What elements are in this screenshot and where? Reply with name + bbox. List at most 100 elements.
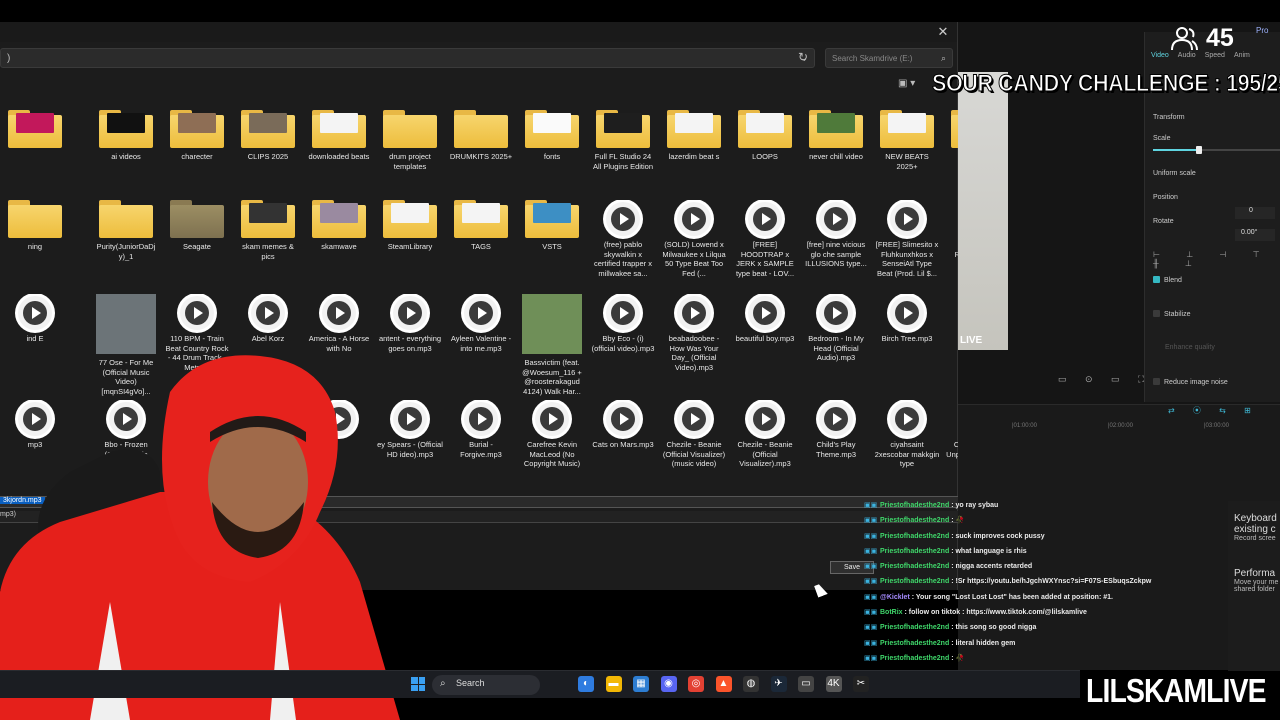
audio-file[interactable]: (SOLD) Lowend x Milwaukee x Lilqua 50 Ty… <box>661 200 727 278</box>
chat-username[interactable]: Priestofhadesthe2nd <box>880 533 949 540</box>
4k-icon[interactable]: 4K <box>825 676 842 692</box>
chat-text: suck improves cock pussy <box>955 532 1045 540</box>
chat-username[interactable]: Priestofhadesthe2nd <box>880 563 949 570</box>
blend-checkbox[interactable] <box>1153 276 1160 283</box>
audio-file[interactable]: Child's Play Theme.mp3 <box>803 400 869 459</box>
folder-item[interactable]: NEW BEATS 2025+ <box>874 110 940 171</box>
obs-icon[interactable]: ◍ <box>743 676 759 692</box>
audio-file[interactable]: (free) pablo skywalkin x certified trapp… <box>590 200 656 278</box>
windows-start-icon[interactable] <box>411 677 425 691</box>
folder-item[interactable]: downloaded beats <box>306 110 372 162</box>
audio-file[interactable]: Bby Eco - (i) (official video).mp3 <box>590 294 656 353</box>
audio-file[interactable]: ind E <box>2 294 68 344</box>
audio-file[interactable]: antent - everything goes on.mp3 <box>377 294 443 353</box>
align-toolbar[interactable]: ⊢ ⊥ ⊣ ⊤ ╫ ⊥ <box>1153 250 1280 268</box>
timeline-toolbar[interactable]: ⇄ ⦿ ⇆ ⊞ <box>1168 405 1259 416</box>
chat-username[interactable]: @Kicklet <box>880 594 910 601</box>
audio-file[interactable]: [free] nine vicious glo che sample ILLUS… <box>803 200 869 269</box>
media-icon[interactable]: ▭ <box>798 676 814 692</box>
audio-file-icon <box>677 202 711 236</box>
files-icon[interactable]: ▬ <box>605 676 622 692</box>
folder-item[interactable]: Full FL Studio 24 All Plugins Edition <box>590 110 656 171</box>
tab-video[interactable]: Video <box>1151 52 1169 59</box>
capcut-icon[interactable]: ✂ <box>853 676 869 692</box>
brave-icon[interactable]: ▲ <box>715 676 732 692</box>
folder-item[interactable]: charecter <box>164 110 230 162</box>
discord-icon[interactable]: ◉ <box>660 676 677 692</box>
audio-file[interactable]: Chezile - Beanie (Official Visualizer).m… <box>732 400 798 469</box>
folder-icon <box>170 200 224 238</box>
search-icon: ⌕ <box>440 678 446 689</box>
preview-toolbar[interactable]: ▭ ⊙ ▭ ⛶ <box>1058 374 1152 385</box>
search-input[interactable]: Search Skamdrive (E:) ⌕ <box>825 48 953 68</box>
rotate-input[interactable]: 0.00° <box>1235 229 1275 241</box>
audio-file[interactable]: Chezile - Beanie (Official Visualizer) (… <box>661 400 727 469</box>
stabilize-row[interactable]: Stabilize <box>1153 310 1190 318</box>
chat-username[interactable]: Priestofhadesthe2nd <box>880 517 949 524</box>
chat-username[interactable]: Priestofhadesthe2nd <box>880 548 949 555</box>
scale-slider-knob[interactable] <box>1196 146 1203 154</box>
close-icon[interactable]: ✕ <box>935 24 951 40</box>
stabilize-checkbox[interactable] <box>1153 310 1160 317</box>
folder-item[interactable]: fonts <box>519 110 585 162</box>
audio-file[interactable]: Abel Korz <box>235 294 301 344</box>
scale-slider[interactable] <box>1153 146 1280 154</box>
taskbar-search[interactable]: ⌕ Search <box>432 675 540 695</box>
file-label: [FREE] HOODTRAP x JERK x SAMPLE type bea… <box>735 240 795 278</box>
audio-file[interactable]: Burial - Forgive.mp3 <box>448 400 514 459</box>
folder-item[interactable]: Purity(JuniorDaDj y)_1 <box>93 200 159 261</box>
steam-icon[interactable]: ✈ <box>770 676 787 692</box>
folder-item[interactable]: lazerdim beat s <box>661 110 727 162</box>
folder-item[interactable]: ning <box>2 200 68 252</box>
folder-item[interactable]: TAGS <box>448 200 514 252</box>
store-icon[interactable]: ▦ <box>633 676 649 692</box>
tab-animation[interactable]: Anim <box>1234 52 1250 59</box>
reduce-noise-checkbox[interactable] <box>1153 378 1160 385</box>
audio-file[interactable]: Bedroom - In My Head (Official Audio).mp… <box>803 294 869 363</box>
video-file[interactable]: Bassvictim (feat. @Woesum_116 + @rooster… <box>519 294 585 396</box>
folder-item[interactable]: drum project templates <box>377 110 443 171</box>
stream-chat: ▣▣ Priestofhadesthe2nd : yo ray sybau ▣▣ Pr… <box>864 498 1224 666</box>
chat-username[interactable]: Priestofhadesthe2nd <box>880 502 949 509</box>
folder-item[interactable]: never chill video <box>803 110 869 162</box>
copilot-icon[interactable]: ◐ <box>578 676 594 692</box>
reduce-noise-row[interactable]: Reduce image noise <box>1153 378 1228 386</box>
folder-item[interactable]: CLIPS 2025 <box>235 110 301 162</box>
audio-file[interactable]: ciyahsaint 2xescobar makkgin type <box>874 400 940 469</box>
folder-item[interactable] <box>2 110 68 152</box>
chrome-icon[interactable]: ◎ <box>688 676 704 692</box>
chat-username[interactable]: Priestofhadesthe2nd <box>880 655 949 662</box>
chat-username[interactable]: Priestofhadesthe2nd <box>880 578 949 585</box>
folder-icon <box>312 110 366 148</box>
folder-item[interactable]: VSTS <box>519 200 585 252</box>
file-label: LOOPS <box>752 152 778 161</box>
blend-row[interactable]: Blend <box>1153 276 1182 284</box>
audio-file[interactable]: [FREE] HOODTRAP x JERK x SAMPLE type bea… <box>732 200 798 278</box>
audio-file[interactable]: Carefree Kevin MacLeod (No Copyright Mus… <box>519 400 585 469</box>
view-options-icon[interactable]: ▣ ▾ <box>898 78 928 92</box>
audio-file[interactable]: Cats on Mars.mp3 <box>590 400 656 450</box>
audio-file[interactable]: beabadoobee - How Was Your Day_ (Officia… <box>661 294 727 372</box>
tab-speed[interactable]: Speed <box>1205 52 1225 59</box>
audio-file[interactable]: America - A Horse with No <box>306 294 372 353</box>
folder-item[interactable]: skam memes & pics <box>235 200 301 261</box>
tab-audio[interactable]: Audio <box>1178 52 1196 59</box>
transform-heading[interactable]: Transform <box>1153 114 1185 121</box>
audio-file[interactable]: beautiful boy.mp3 <box>732 294 798 344</box>
audio-file[interactable]: Ayleen Valentine - into me.mp3 <box>448 294 514 353</box>
folder-item[interactable]: SteamLibrary <box>377 200 443 252</box>
refresh-icon[interactable]: ↻ <box>798 50 808 64</box>
folder-item[interactable]: skamwave <box>306 200 372 252</box>
audio-file[interactable]: [FREE] Slimesito x Fluhkunxhkos x Sensei… <box>874 200 940 278</box>
folder-item[interactable]: Seagate <box>164 200 230 252</box>
chat-username[interactable]: Priestofhadesthe2nd <box>880 624 949 631</box>
address-bar[interactable]: ) ⌄ <box>0 48 815 68</box>
audio-file-icon <box>677 296 711 330</box>
audio-file[interactable]: Birch Tree.mp3 <box>874 294 940 344</box>
folder-item[interactable]: DRUMKITS 2025+ <box>448 110 514 162</box>
chat-username[interactable]: Priestofhadesthe2nd <box>880 640 949 647</box>
chat-username[interactable]: BotRix <box>880 609 903 616</box>
folder-item[interactable]: LOOPS <box>732 110 798 162</box>
position-input[interactable]: 0 <box>1235 207 1275 219</box>
folder-item[interactable]: ai videos <box>93 110 159 162</box>
